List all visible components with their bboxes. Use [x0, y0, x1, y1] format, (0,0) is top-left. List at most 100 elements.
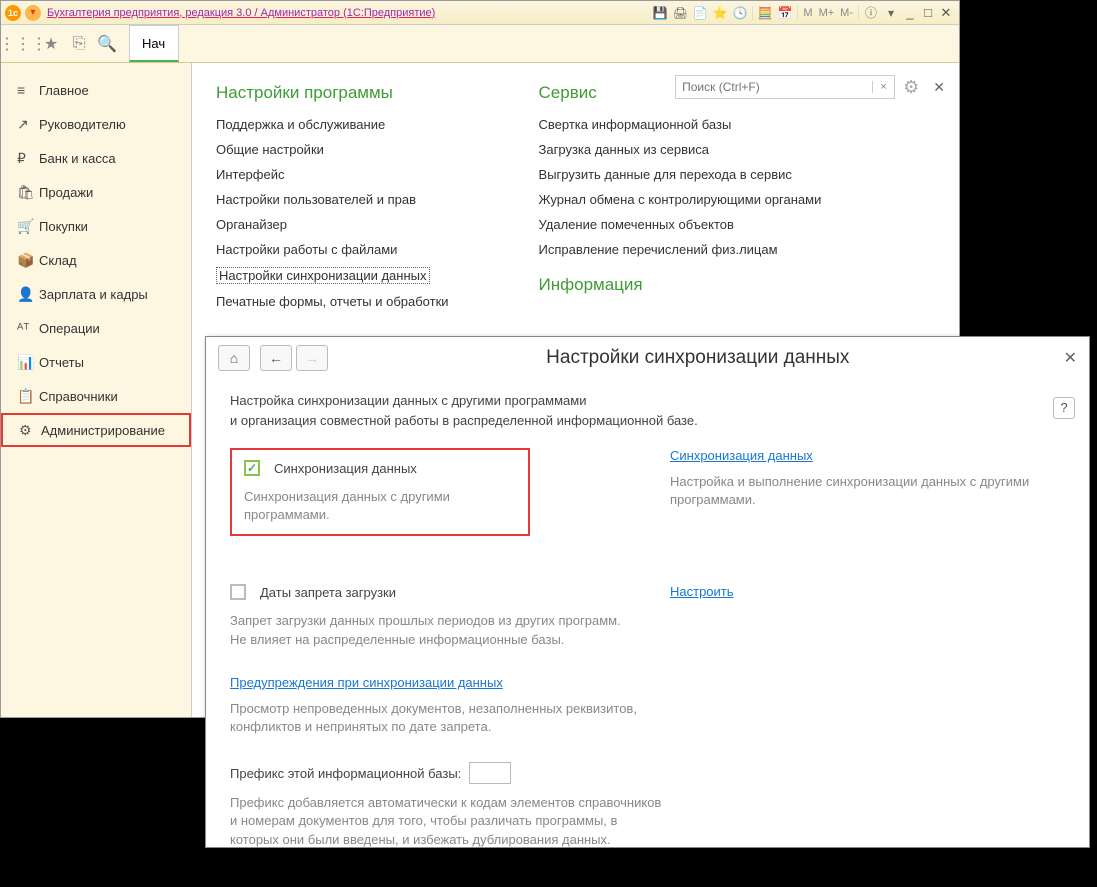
separator: [858, 6, 859, 20]
minimize-button[interactable]: _: [901, 4, 919, 22]
service-link[interactable]: Исправление перечислений физ.лицам: [539, 242, 822, 257]
m-button[interactable]: M: [800, 7, 815, 19]
sidebar-item-6[interactable]: 👤Зарплата и кадры: [1, 277, 191, 311]
star-icon[interactable]: ⭐: [711, 4, 729, 22]
prefix-sub: которых они были введены, и избежать дуб…: [230, 831, 1065, 849]
sidebar-item-10[interactable]: ⚙Администрирование: [1, 413, 191, 447]
sidebar-label: Зарплата и кадры: [39, 287, 148, 302]
sidebar-item-0[interactable]: ≡Главное: [1, 73, 191, 107]
settings-link[interactable]: Настройки пользователей и прав: [216, 192, 449, 207]
sidebar-icon: 👤: [17, 286, 39, 303]
sidebar-icon: 📋: [17, 388, 39, 405]
sidebar-label: Отчеты: [39, 355, 84, 370]
settings-link[interactable]: Общие настройки: [216, 142, 449, 157]
settings-link[interactable]: Настройки синхронизации данных: [216, 267, 430, 284]
print-icon[interactable]: 🖨: [671, 4, 689, 22]
sidebar-item-3[interactable]: 🛍Продажи: [1, 175, 191, 209]
dialog-desc: Настройка синхронизации данных с другими…: [230, 391, 1065, 411]
prefix-sub: Префикс добавляется автоматически к кода…: [230, 794, 1065, 812]
back-button[interactable]: ←: [260, 345, 292, 371]
calc-icon[interactable]: 🧮: [756, 4, 774, 22]
calendar-icon[interactable]: 📅: [776, 4, 794, 22]
sidebar-label: Продажи: [39, 185, 93, 200]
document-icon[interactable]: 📄: [691, 4, 709, 22]
prefix-input[interactable]: [469, 762, 511, 784]
dialog-title: Настройки синхронизации данных: [332, 347, 1064, 369]
service-link[interactable]: Загрузка данных из сервиса: [539, 142, 822, 157]
search-icon[interactable]: 🔍: [93, 30, 121, 58]
sidebar-icon: 📦: [17, 252, 39, 269]
window-title: Бухгалтерия предприятия, редакция 3.0 / …: [47, 7, 435, 19]
settings-heading: Настройки программы: [216, 83, 449, 103]
maximize-button[interactable]: □: [919, 4, 937, 22]
dialog-desc: и организация совместной работы в распре…: [230, 411, 1065, 431]
sidebar-label: Склад: [39, 253, 77, 268]
sidebar-icon: ⚙: [19, 422, 41, 439]
sidebar-label: Операции: [39, 321, 100, 336]
settings-link[interactable]: Органайзер: [216, 217, 449, 232]
sync-checkbox-label: Синхронизация данных: [274, 461, 417, 476]
settings-link[interactable]: Печатные формы, отчеты и обработки: [216, 294, 449, 309]
titlebar: 1c ▾ Бухгалтерия предприятия, редакция 3…: [1, 1, 959, 25]
dates-sub: Не влияет на распределенные информационн…: [230, 631, 670, 649]
warnings-link[interactable]: Предупреждения при синхронизации данных: [230, 675, 1065, 690]
m-plus-button[interactable]: M+: [816, 7, 838, 19]
search-input[interactable]: [676, 80, 872, 94]
clipboard-icon[interactable]: ⎘: [65, 30, 93, 58]
tab-start[interactable]: Нач: [129, 25, 179, 62]
top-nav: ⋮⋮⋮ ★ ⎘ 🔍 Нач: [1, 25, 959, 63]
dropdown-icon[interactable]: ▾: [882, 4, 900, 22]
sidebar-icon: 🛍: [17, 184, 39, 201]
info-icon[interactable]: ⓘ: [862, 4, 880, 22]
service-link[interactable]: Удаление помеченных объектов: [539, 217, 822, 232]
info-heading: Информация: [539, 275, 822, 295]
home-button[interactable]: ⌂: [218, 345, 250, 371]
sidebar-item-8[interactable]: 📊Отчеты: [1, 345, 191, 379]
m-minus-button[interactable]: M-: [837, 7, 856, 19]
sidebar-label: Главное: [39, 83, 89, 98]
settings-link[interactable]: Интерфейс: [216, 167, 449, 182]
apps-icon[interactable]: ⋮⋮⋮: [9, 30, 37, 58]
settings-link[interactable]: Настройки работы с файлами: [216, 242, 449, 257]
sidebar-item-1[interactable]: ↗Руководителю: [1, 107, 191, 141]
tab-label: Нач: [142, 36, 165, 51]
sidebar-label: Покупки: [39, 219, 88, 234]
sidebar-item-5[interactable]: 📦Склад: [1, 243, 191, 277]
sidebar-item-2[interactable]: ₽Банк и касса: [1, 141, 191, 175]
sidebar-item-9[interactable]: 📋Справочники: [1, 379, 191, 413]
sync-checkbox[interactable]: ✓: [244, 460, 260, 476]
service-link[interactable]: Выгрузить данные для перехода в сервис: [539, 167, 822, 182]
sidebar: ≡Главное↗Руководителю₽Банк и касса🛍Прода…: [1, 63, 191, 717]
dropdown-icon[interactable]: ▾: [25, 5, 41, 21]
clear-search-icon[interactable]: ×: [872, 81, 894, 93]
search-input-wrapper: ×: [675, 75, 895, 99]
save-icon[interactable]: 💾: [651, 4, 669, 22]
help-button[interactable]: ?: [1053, 397, 1075, 419]
sync-sub: Синхронизация данных с другими программа…: [244, 488, 516, 524]
sidebar-icon: ≡: [17, 82, 39, 98]
close-button[interactable]: ✕: [937, 4, 955, 22]
favorite-icon[interactable]: ★: [37, 30, 65, 58]
sidebar-icon: ↗: [17, 116, 39, 133]
dialog-close-button[interactable]: ✕: [1064, 348, 1077, 368]
dates-checkbox-label: Даты запрета загрузки: [260, 585, 396, 600]
forward-button[interactable]: →: [296, 345, 328, 371]
sidebar-icon: ₽: [17, 150, 39, 167]
sidebar-label: Администрирование: [41, 423, 165, 438]
gear-icon[interactable]: ⚙: [903, 77, 919, 98]
separator: [797, 6, 798, 20]
service-link[interactable]: Свертка информационной базы: [539, 117, 822, 132]
sync-highlight-box: ✓ Синхронизация данных Синхронизация дан…: [230, 448, 530, 536]
service-link[interactable]: Журнал обмена с контролирующими органами: [539, 192, 822, 207]
history-icon[interactable]: 🕓: [731, 4, 749, 22]
dates-checkbox[interactable]: [230, 584, 246, 600]
app-logo-icon: 1c: [5, 5, 21, 21]
settings-link[interactable]: Поддержка и обслуживание: [216, 117, 449, 132]
sidebar-item-7[interactable]: ᴬᵀОперации: [1, 311, 191, 345]
sidebar-item-4[interactable]: 🛒Покупки: [1, 209, 191, 243]
sidebar-label: Руководителю: [39, 117, 126, 132]
panel-close-icon[interactable]: ✕: [933, 79, 945, 96]
sidebar-icon: 📊: [17, 354, 39, 371]
sync-link[interactable]: Синхронизация данных: [670, 448, 1065, 463]
configure-link[interactable]: Настроить: [670, 584, 734, 599]
